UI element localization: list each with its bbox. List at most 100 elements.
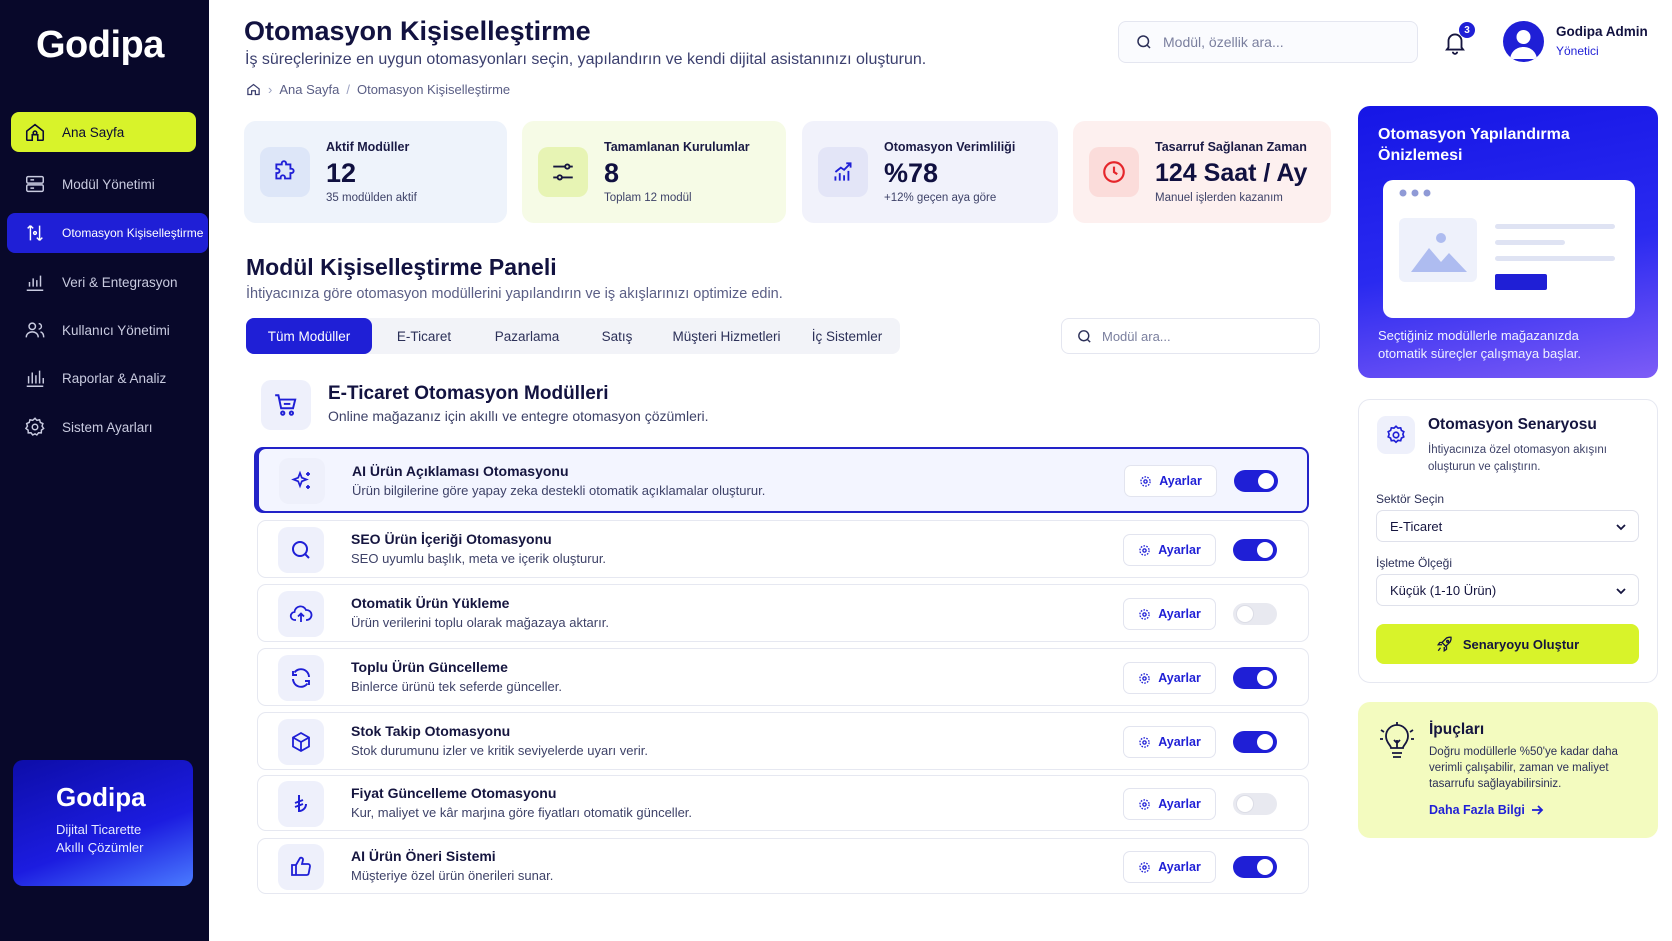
promo-line-1: Dijital Ticarette (56, 822, 142, 837)
module-row[interactable]: AI Ürün Açıklaması Otomasyonu Ürün bilgi… (257, 447, 1309, 513)
module-settings-button[interactable]: Ayarlar (1123, 726, 1216, 758)
refresh-icon (292, 668, 310, 688)
module-toggle[interactable] (1233, 539, 1277, 561)
breadcrumb-item[interactable]: Ana Sayfa (279, 82, 339, 97)
users-icon (25, 322, 45, 338)
sidebar-item-data[interactable]: Veri & Entegrasyon (11, 262, 196, 302)
panel-title: Modül Kişiselleştirme Paneli (246, 254, 557, 280)
tab-all-modules[interactable]: Tüm Modüller (246, 318, 372, 354)
module-toggle[interactable] (1233, 667, 1277, 689)
module-settings-button[interactable]: Ayarlar (1123, 851, 1216, 883)
tab-sales[interactable]: Satış (578, 318, 656, 354)
sidebar-item-home[interactable]: Ana Sayfa (11, 112, 196, 152)
sidebar-item-modules[interactable]: Modül Yönetimi (11, 164, 196, 204)
lira-icon (294, 795, 307, 813)
settings-label: Ayarlar (1158, 543, 1201, 557)
module-toggle[interactable] (1233, 793, 1277, 815)
page-title: Otomasyon Kişiselleştirme (244, 16, 591, 46)
rocket-icon (1436, 636, 1452, 653)
module-title: AI Ürün Öneri Sistemi (351, 848, 496, 864)
module-toggle[interactable] (1233, 603, 1277, 625)
module-toggle[interactable] (1234, 470, 1278, 492)
more-info-label: Daha Fazla Bilgi (1429, 803, 1525, 817)
tips-body: Doğru modüllerle %50'ye kadar daha verim… (1429, 746, 1618, 790)
create-scenario-label: Senaryoyu Oluştur (1462, 636, 1580, 652)
module-row[interactable]: Toplu Ürün Güncelleme Binlerce ürünü tek… (257, 648, 1309, 706)
sidebar-item-label: Modül Yönetimi (62, 176, 155, 192)
home-icon (25, 123, 45, 142)
module-icon-box (278, 655, 324, 701)
search-placeholder: Modül, özellik ara... (1163, 34, 1284, 50)
tab-marketing[interactable]: Pazarlama (476, 318, 578, 354)
cart-icon (275, 394, 297, 416)
scale-select[interactable]: Küçük (1-10 Ürün) (1376, 574, 1639, 606)
module-description: Ürün bilgilerine göre yapay zeka destekl… (352, 483, 766, 498)
stat-value: 124 Saat / Ay (1155, 159, 1308, 187)
module-search-input[interactable]: Modül ara... (1061, 318, 1320, 354)
module-row[interactable]: AI Ürün Öneri Sistemi Müşteriye özel ürü… (257, 838, 1309, 894)
sidebar-item-automation[interactable]: Otomasyon Kişiselleştirme (7, 213, 208, 253)
search-icon (1078, 329, 1091, 343)
tab-internal-systems[interactable]: İç Sistemler (797, 318, 897, 354)
module-settings-button[interactable]: Ayarlar (1123, 534, 1216, 566)
lightbulb-icon (1380, 722, 1414, 758)
section-title: E-Ticaret Otomasyon Modülleri (328, 383, 609, 404)
sidebar-item-settings[interactable]: Sistem Ayarları (11, 407, 196, 447)
toggle-knob (1257, 734, 1273, 750)
module-toggle[interactable] (1233, 731, 1277, 753)
box-icon (292, 731, 310, 753)
brand-logo[interactable]: Godipa (36, 24, 164, 67)
preview-title: Otomasyon Yapılandırma Önizlemesi (1378, 126, 1570, 164)
scale-value: Küçük (1-10 Ürün) (1390, 582, 1497, 598)
sidebar: Godipa Ana Sayfa Modül Yönetimi Otomasyo… (0, 0, 209, 941)
module-toggle[interactable] (1233, 856, 1277, 878)
gear-icon (1139, 798, 1150, 810)
clock-icon (1103, 161, 1125, 183)
arrow-right-icon (1531, 805, 1544, 815)
module-row[interactable]: Otomatik Ürün Yükleme Ürün verilerini to… (257, 584, 1309, 642)
stat-label: Tamamlanan Kurulumlar (604, 140, 750, 154)
module-title: SEO Ürün İçeriği Otomasyonu (351, 531, 552, 547)
stat-sub: +12% geçen aya göre (884, 192, 997, 204)
module-icon-box (278, 591, 324, 637)
gear-icon (1139, 736, 1150, 748)
configuration-preview-card: Otomasyon Yapılandırma Önizlemesi Seçtiğ… (1358, 106, 1658, 378)
section-icon-box (261, 380, 311, 430)
sector-value: E-Ticaret (1390, 518, 1443, 534)
sidebar-item-reports[interactable]: Raporlar & Analiz (11, 358, 196, 398)
module-icon-box (278, 844, 324, 890)
sparkles-icon (291, 470, 310, 489)
global-search-input[interactable]: Modül, özellik ara... (1118, 21, 1418, 63)
settings-label: Ayarlar (1158, 860, 1201, 874)
reports-icon (26, 370, 44, 387)
module-settings-button[interactable]: Ayarlar (1123, 598, 1216, 630)
module-settings-button[interactable]: Ayarlar (1124, 465, 1217, 497)
automation-scenario-card: Otomasyon Senaryosu İhtiyacınıza özel ot… (1358, 399, 1658, 683)
module-title: Toplu Ürün Güncelleme (351, 659, 508, 675)
module-icon-box (278, 719, 324, 765)
sidebar-item-users[interactable]: Kullanıcı Yönetimi (11, 310, 196, 350)
more-info-link[interactable]: Daha Fazla Bilgi (1429, 803, 1544, 817)
settings-label: Ayarlar (1158, 671, 1201, 685)
module-row[interactable]: Stok Takip Otomasyonu Stok durumunu izle… (257, 712, 1309, 770)
tab-customer-service[interactable]: Müşteri Hizmetleri (656, 318, 797, 354)
avatar[interactable] (1503, 21, 1544, 62)
module-row[interactable]: SEO Ürün İçeriği Otomasyonu SEO uyumlu b… (257, 520, 1309, 578)
settings-label: Ayarlar (1159, 474, 1202, 488)
modules-icon (26, 175, 44, 193)
toggle-knob (1257, 542, 1273, 558)
module-row[interactable]: Fiyat Güncelleme Otomasyonu Kur, maliyet… (257, 775, 1309, 831)
sector-select[interactable]: E-Ticaret (1376, 510, 1639, 542)
sidebar-item-label: Sistem Ayarları (62, 419, 153, 435)
stat-sub: 35 modülden aktif (326, 192, 417, 204)
module-settings-button[interactable]: Ayarlar (1123, 662, 1216, 694)
create-scenario-button[interactable]: Senaryoyu Oluştur (1376, 624, 1639, 664)
search-placeholder: Modül ara... (1102, 328, 1171, 344)
tab-ecommerce[interactable]: E-Ticaret (372, 318, 476, 354)
notification-bell[interactable]: 3 (1442, 22, 1475, 56)
cloud-upload-icon (289, 605, 313, 622)
toggle-knob (1237, 796, 1253, 812)
sidebar-item-label: Otomasyon Kişiselleştirme (62, 226, 204, 240)
home-icon[interactable] (246, 82, 261, 97)
module-settings-button[interactable]: Ayarlar (1123, 788, 1216, 820)
